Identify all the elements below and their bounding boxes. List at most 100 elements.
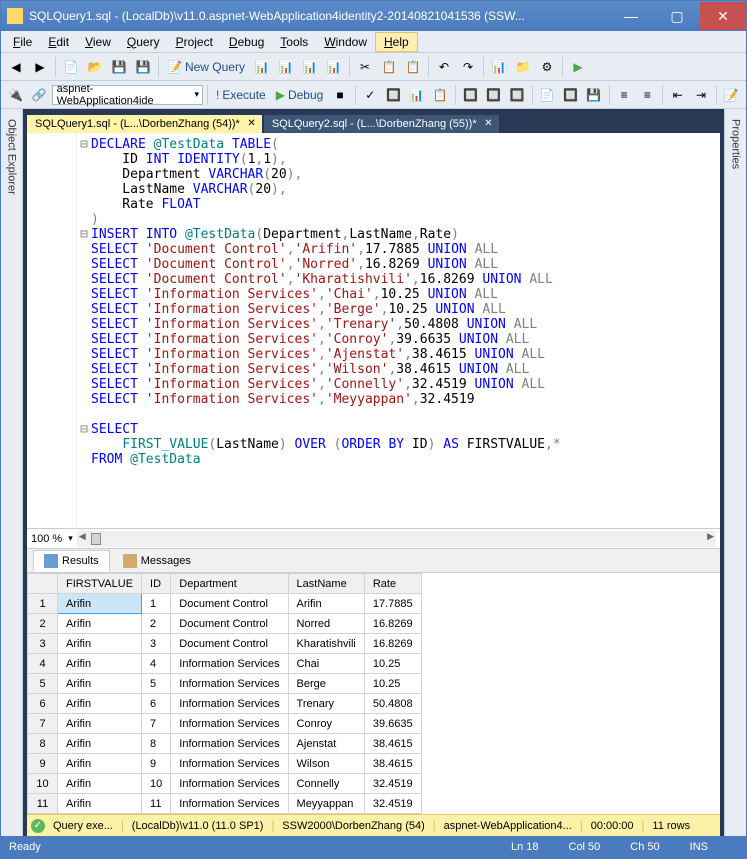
query-options-icon[interactable]: 📊	[406, 84, 427, 106]
cell[interactable]: 1	[28, 594, 58, 614]
cell[interactable]: Information Services	[171, 674, 288, 694]
cell[interactable]: Document Control	[171, 634, 288, 654]
include-stats-icon[interactable]: 🔲	[483, 84, 504, 106]
cell[interactable]: Arifin	[58, 594, 142, 614]
table-row[interactable]: 11Arifin11Information ServicesMeyyappan3…	[28, 794, 422, 814]
cell[interactable]: Conroy	[288, 714, 364, 734]
cell[interactable]: 2	[28, 614, 58, 634]
decrease-indent-icon[interactable]: ⇤	[667, 84, 688, 106]
menu-help[interactable]: Help	[375, 32, 418, 52]
horizontal-scrollbar[interactable]	[77, 531, 716, 547]
cell[interactable]: Arifin	[58, 634, 142, 654]
results-to-file-icon[interactable]: 💾	[583, 84, 604, 106]
undo-icon[interactable]: ↶	[433, 56, 455, 78]
results-to-text-icon[interactable]: 📄	[537, 84, 558, 106]
cell[interactable]: Arifin	[58, 674, 142, 694]
connect-icon[interactable]: 🔌	[5, 84, 26, 106]
table-row[interactable]: 10Arifin10Information ServicesConnelly32…	[28, 774, 422, 794]
properties-icon[interactable]: ⚙	[536, 56, 558, 78]
cell[interactable]: 6	[28, 694, 58, 714]
cell[interactable]: 10.25	[364, 674, 421, 694]
cell[interactable]: 11	[142, 794, 171, 814]
cell[interactable]: 50.4808	[364, 694, 421, 714]
cut-icon[interactable]: ✂	[354, 56, 376, 78]
execute-button[interactable]: ! Execute	[212, 88, 270, 102]
cell[interactable]: 2	[142, 614, 171, 634]
cell[interactable]: Arifin	[58, 774, 142, 794]
table-row[interactable]: 2Arifin2Document ControlNorred16.8269	[28, 614, 422, 634]
menu-file[interactable]: File	[5, 33, 40, 51]
cell[interactable]: Arifin	[58, 754, 142, 774]
cell[interactable]: 6	[142, 694, 171, 714]
col-header[interactable]: Department	[171, 574, 288, 594]
cell[interactable]: Arifin	[58, 694, 142, 714]
close-button[interactable]: ✕	[700, 2, 746, 30]
table-row[interactable]: 9Arifin9Information ServicesWilson38.461…	[28, 754, 422, 774]
increase-indent-icon[interactable]: ⇥	[690, 84, 711, 106]
maximize-button[interactable]: ▢	[654, 2, 700, 30]
properties-tab[interactable]: Properties	[724, 109, 746, 836]
cell[interactable]: 39.6635	[364, 714, 421, 734]
cell[interactable]: Chai	[288, 654, 364, 674]
cell[interactable]: Ajenstat	[288, 734, 364, 754]
cell[interactable]: 3	[142, 634, 171, 654]
close-tab-icon[interactable]: ✕	[484, 118, 492, 129]
activity-icon[interactable]: 📊	[488, 56, 510, 78]
cell[interactable]: 9	[142, 754, 171, 774]
cancel-icon[interactable]: ■	[329, 84, 350, 106]
cell[interactable]: 8	[28, 734, 58, 754]
tab-results[interactable]: Results	[33, 550, 110, 572]
cell[interactable]: Information Services	[171, 654, 288, 674]
tab-sqlquery2[interactable]: SQLQuery2.sql - (L...\DorbenZhang (55))*…	[264, 115, 499, 133]
save-all-icon[interactable]: 💾	[132, 56, 154, 78]
cell[interactable]: Arifin	[58, 614, 142, 634]
cell[interactable]: Information Services	[171, 734, 288, 754]
analysis-query-icon[interactable]: 📊	[275, 56, 297, 78]
minimize-button[interactable]: —	[608, 2, 654, 30]
paste-icon[interactable]: 📋	[402, 56, 424, 78]
cell[interactable]: 7	[142, 714, 171, 734]
new-project-icon[interactable]: 📄	[60, 56, 82, 78]
cell[interactable]: Information Services	[171, 754, 288, 774]
intellisense-icon[interactable]: 📋	[430, 84, 451, 106]
menu-project[interactable]: Project	[168, 33, 221, 51]
zoom-level[interactable]: 100 %	[31, 533, 62, 545]
table-row[interactable]: 4Arifin4Information ServicesChai10.25	[28, 654, 422, 674]
object-explorer-tab[interactable]: Object Explorer	[1, 109, 23, 836]
database-dropdown[interactable]: aspnet-WebApplication4ide	[52, 85, 203, 105]
cell[interactable]: 4	[28, 654, 58, 674]
comment-icon[interactable]: ≡	[613, 84, 634, 106]
cell[interactable]: Document Control	[171, 594, 288, 614]
menu-debug[interactable]: Debug	[221, 33, 272, 51]
copy-icon[interactable]: 📋	[378, 56, 400, 78]
redo-icon[interactable]: ↷	[457, 56, 479, 78]
cell[interactable]: 3	[28, 634, 58, 654]
cell[interactable]: Arifin	[288, 594, 364, 614]
cell[interactable]: 4	[142, 654, 171, 674]
tab-messages[interactable]: Messages	[112, 550, 202, 572]
menu-query[interactable]: Query	[119, 33, 168, 51]
menu-tools[interactable]: Tools	[272, 33, 316, 51]
table-row[interactable]: 7Arifin7Information ServicesConroy39.663…	[28, 714, 422, 734]
cell[interactable]: Information Services	[171, 694, 288, 714]
cell[interactable]: Connelly	[288, 774, 364, 794]
sql-code[interactable]: DECLARE @TestData TABLE( ID INT IDENTITY…	[91, 133, 720, 528]
cell[interactable]: 1	[142, 594, 171, 614]
mdx-query-icon[interactable]: 📊	[299, 56, 321, 78]
cell[interactable]: 32.4519	[364, 794, 421, 814]
cell[interactable]: 10.25	[364, 654, 421, 674]
title-bar[interactable]: SQLQuery1.sql - (LocalDb)\v11.0.aspnet-W…	[1, 1, 746, 31]
save-icon[interactable]: 💾	[108, 56, 130, 78]
cell[interactable]: 32.4519	[364, 774, 421, 794]
menu-view[interactable]: View	[77, 33, 119, 51]
cell[interactable]: Information Services	[171, 714, 288, 734]
nav-forward-icon[interactable]: ▶	[29, 56, 51, 78]
nav-back-icon[interactable]: ◀	[5, 56, 27, 78]
continue-icon[interactable]: ▶	[567, 56, 589, 78]
db-engine-query-icon[interactable]: 📊	[251, 56, 273, 78]
cell[interactable]: Document Control	[171, 614, 288, 634]
outline-column[interactable]: ⊟ ⊟ ⊟	[77, 133, 91, 528]
cell[interactable]: 38.4615	[364, 754, 421, 774]
cell[interactable]: 16.8269	[364, 634, 421, 654]
cell[interactable]: Arifin	[58, 734, 142, 754]
